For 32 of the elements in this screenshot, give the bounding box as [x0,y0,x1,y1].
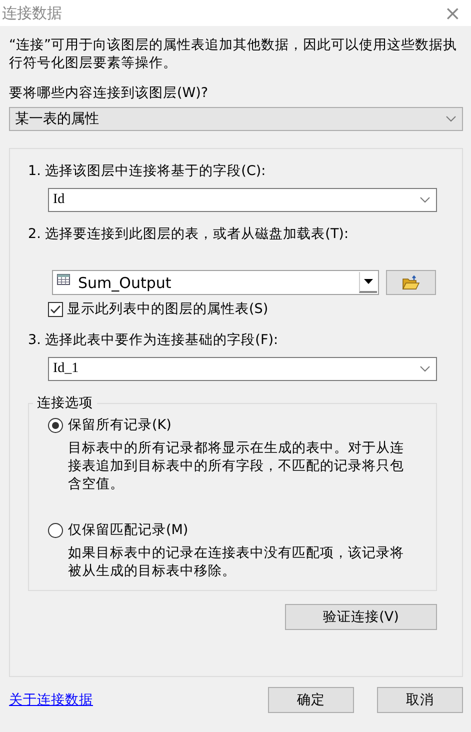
window-title: 连接数据 [1,4,62,22]
question-label: 要将哪些内容连接到该图层(W)? [9,84,210,102]
dialog-button[interactable]: 确定 [268,687,354,713]
radio-label: 保留所有记录(K) [68,416,172,434]
checkbox-label: 显示此列表中的图层的属性表(S) [67,300,268,318]
radio-button[interactable] [48,522,63,538]
chevron-icon [420,366,430,372]
chevron-icon [420,197,430,203]
option-description: 如果目标表中的记录在连接表中没有匹配项，该记录将被从生成的目标表中移除。 [68,544,405,580]
checkmark-icon [50,304,61,314]
validate-button[interactable]: 验证连接(V) [285,604,437,630]
option-description: 目标表中的所有记录都将显示在生成的表中。对于从连接表追加到目标表中的所有字段，不匹配的记录将只包含空值。 [68,439,405,493]
intro-text: “连接”可用于向该图层的属性表追加其他数据，因此可以使用这些数据执行符号化图层要素等操作。 [9,36,458,72]
join-type-dropdown[interactable]: 某一表的属性 [9,107,463,131]
radio-button[interactable] [48,418,63,432]
step-label: 3. 选择此表中要作为连接基础的字段(F): [28,331,280,349]
close-button[interactable]: × [434,3,471,23]
radio-label: 仅保留匹配记录(M) [68,521,188,539]
table-icon [57,274,70,285]
checkbox[interactable] [48,302,63,316]
field-dropdown[interactable]: Id_1 [48,357,437,381]
step-label: 2. 选择要连接到此图层的表，或者从磁盘加载表(T): [28,225,350,243]
help-link[interactable]: 关于连接数据 [9,691,93,709]
step-label: 1. 选择该图层中连接将基于的字段(C): [28,162,267,180]
browse-button[interactable] [386,270,436,295]
group-title: 连接选项 [33,394,97,412]
table-dropdown[interactable]: Sum_Output [52,270,379,295]
dropdown-arrow-icon [364,279,373,284]
dialog-button[interactable]: 取消 [377,687,463,713]
chevron-icon [446,116,456,122]
field-dropdown[interactable]: Id [48,188,437,212]
folder-icon [402,274,420,290]
